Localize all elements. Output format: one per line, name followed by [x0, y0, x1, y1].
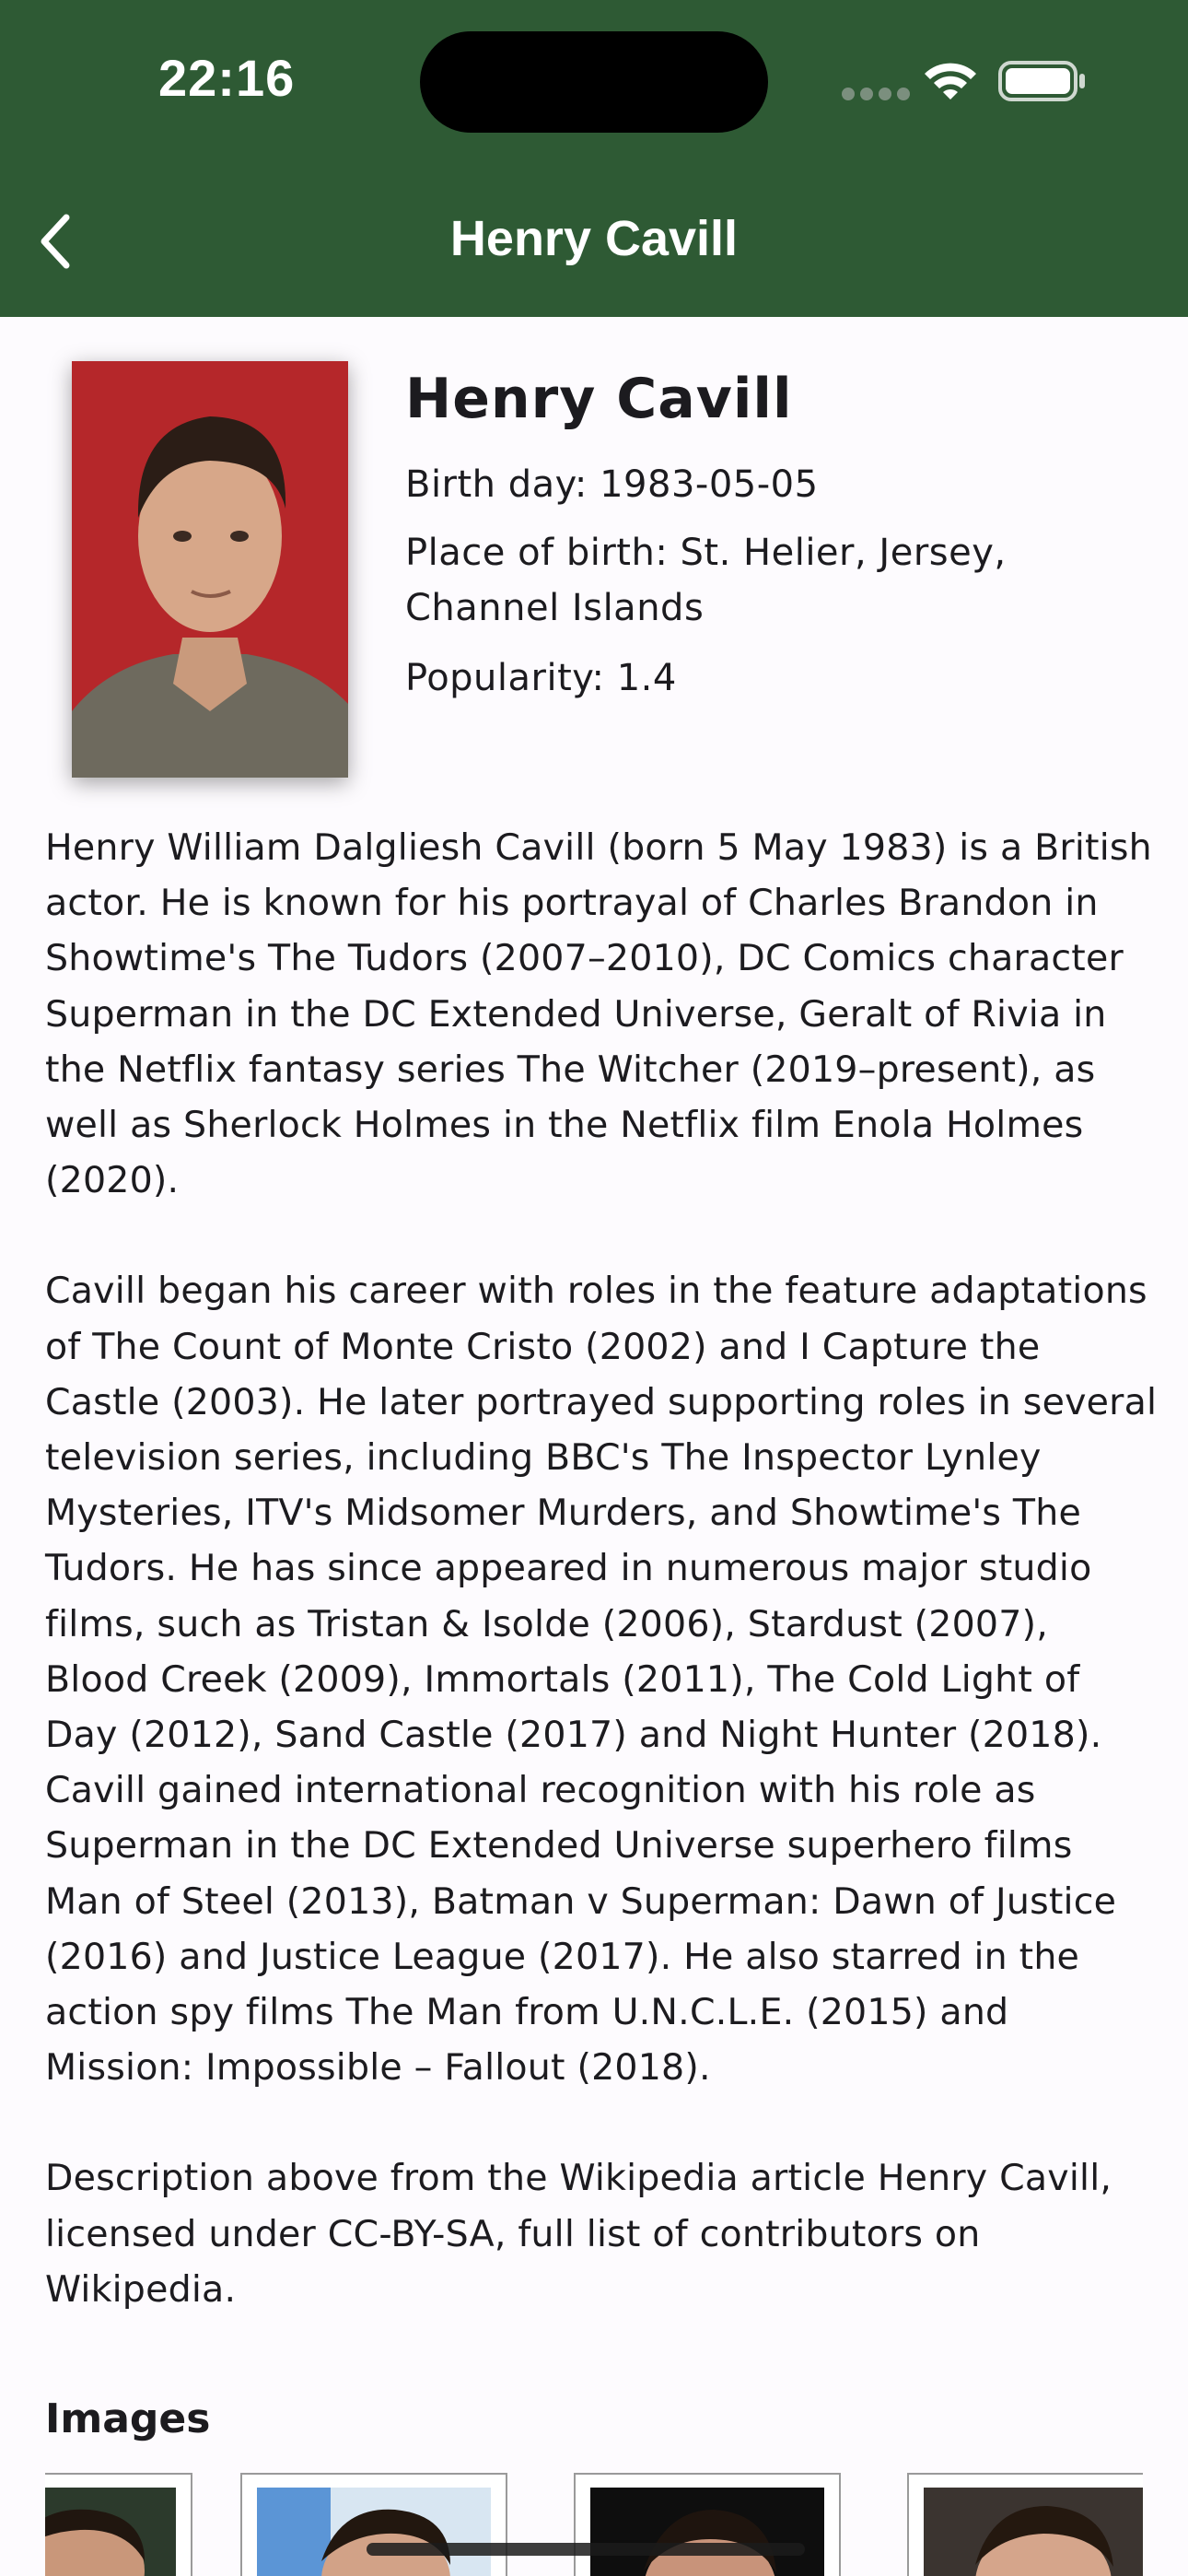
birthday-text: Birth day: 1983-05-05 — [405, 463, 819, 506]
image-thumbnail[interactable] — [45, 2473, 192, 2576]
person-name: Henry Cavill — [405, 367, 793, 431]
profile-photo — [72, 361, 348, 778]
page-title: Henry Cavill — [449, 211, 739, 266]
dynamic-island — [420, 31, 768, 133]
images-section-title: Images — [45, 2395, 211, 2442]
image-thumbnail[interactable] — [907, 2473, 1143, 2576]
attribution-text: Description above from the Wikipedia art… — [45, 2157, 1112, 2311]
app-bar: 22:16 Henry Cavill — [0, 0, 1188, 317]
image-thumbnail[interactable] — [240, 2473, 507, 2576]
place-of-birth-text: Place of birth: St. Helier, Jersey, Chan… — [405, 532, 1007, 629]
biography: Henry William Dalgliesh Cavill (born 5 M… — [45, 820, 1159, 2372]
image-thumbnail[interactable] — [574, 2473, 841, 2576]
wifi-icon — [925, 63, 976, 100]
images-carousel[interactable] — [45, 2469, 1143, 2576]
cellular-signal-icon — [842, 87, 915, 104]
home-indicator[interactable] — [367, 2543, 805, 2556]
status-time: 22:16 — [158, 49, 296, 107]
battery-icon — [998, 61, 1085, 101]
biography-paragraph: Cavill began his career with roles in th… — [45, 1270, 1158, 2090]
popularity-text: Popularity: 1.4 — [405, 657, 677, 699]
biography-paragraph: Henry William Dalgliesh Cavill (born 5 M… — [45, 826, 1152, 1202]
